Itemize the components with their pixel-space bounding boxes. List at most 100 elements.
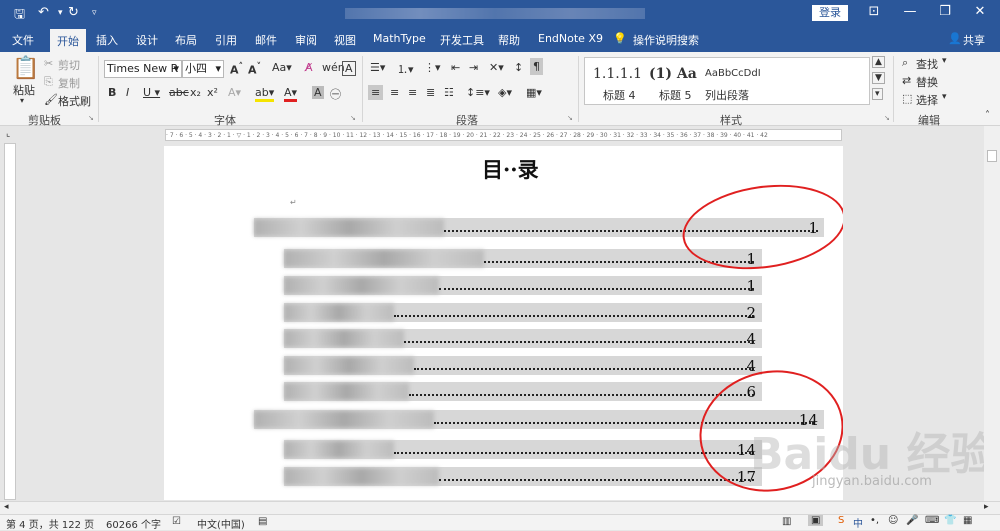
proofing-icon[interactable]: ☑ [172, 516, 181, 527]
toc-entry[interactable]: 4 [284, 356, 762, 375]
toc-entry[interactable]: 1 [284, 276, 762, 295]
numbering-icon[interactable]: ⒈▾ [397, 61, 414, 77]
tab-home[interactable]: 开始 [50, 29, 86, 52]
enclose-characters-icon[interactable]: ㊀ [330, 86, 341, 102]
punctuation-icon[interactable]: •, [870, 515, 879, 526]
document-page[interactable]: 目··录 ↵ 1 1 1 2 4 4 6 14 14 17 [164, 146, 843, 500]
restore-icon[interactable]: ❐ [935, 4, 955, 19]
borders-icon[interactable]: ▦▾ [526, 86, 542, 99]
strikethrough-icon[interactable]: abc [169, 86, 189, 99]
keyboard-icon[interactable]: ⌨ [925, 515, 939, 526]
shading-icon[interactable]: ◈▾ [498, 86, 512, 99]
tab-mailings[interactable]: 邮件 [255, 32, 277, 48]
share-button[interactable]: 共享 [963, 32, 985, 48]
styles-launcher-icon[interactable]: ↘ [884, 114, 890, 122]
emoji-icon[interactable]: ☺ [888, 515, 898, 526]
font-name-combo[interactable]: Times New R ▾ [104, 60, 182, 78]
shrink-font-icon[interactable]: A˅ [248, 61, 261, 77]
chinese-layout-icon[interactable]: ✕▾ [489, 61, 504, 74]
scroll-right-icon[interactable]: ▸ [984, 502, 989, 512]
toc-entry[interactable]: 4 [284, 329, 762, 348]
vertical-scrollbar[interactable] [984, 126, 1000, 501]
tab-help[interactable]: 帮助 [498, 32, 520, 48]
grow-font-icon[interactable]: A˄ [230, 61, 243, 77]
format-painter-icon[interactable]: 🖌 [44, 93, 58, 106]
style-preview-h5[interactable]: (1) AaI [649, 66, 697, 82]
find-icon[interactable]: ⌕ [902, 56, 908, 70]
chevron-down-icon[interactable]: ▾ [942, 56, 947, 66]
replace-icon[interactable]: ⇄ [902, 74, 911, 87]
tab-view[interactable]: 视图 [334, 32, 356, 48]
macro-icon[interactable]: ▤ [258, 516, 267, 527]
read-mode-icon[interactable]: ▥ [782, 516, 791, 527]
copy-icon[interactable]: ⎘ [44, 75, 53, 89]
tell-me-search[interactable]: 操作说明搜索 [633, 32, 699, 48]
sort-icon[interactable]: ↕ [514, 61, 523, 74]
save-icon[interactable]: 🖫 [14, 5, 25, 27]
share-icon[interactable]: 👤 [948, 32, 962, 45]
styles-scroll-up-icon[interactable]: ▲ [872, 56, 885, 68]
style-name-list[interactable]: 列出段落 [705, 87, 749, 103]
style-name-h4[interactable]: 标题 4 [603, 87, 636, 103]
bold-icon[interactable]: B [108, 86, 116, 99]
login-button[interactable]: 登录 [812, 5, 848, 21]
redo-icon[interactable]: ↻ [68, 5, 79, 20]
scroll-left-icon[interactable]: ◂ [4, 502, 9, 512]
styles-more-icon[interactable]: ▾ [872, 88, 883, 100]
styles-scroll-down-icon[interactable]: ▼ [872, 72, 885, 84]
cut-icon[interactable]: ✂ [44, 57, 53, 70]
vertical-ruler[interactable] [4, 143, 16, 500]
style-preview-list[interactable]: AaBbCcDdI [705, 68, 761, 79]
find-button[interactable]: 查找 [916, 56, 938, 72]
character-border-icon[interactable]: A [342, 61, 356, 76]
scroll-thumb[interactable] [987, 150, 997, 162]
tab-selector-icon[interactable]: ⌞ [6, 129, 10, 139]
underline-icon[interactable]: U ▾ [143, 86, 160, 99]
copy-button[interactable]: 复制 [58, 75, 80, 91]
customize-qa-icon[interactable]: ▿ [92, 8, 97, 18]
align-center-icon[interactable]: ≡ [390, 86, 399, 99]
collapse-ribbon-icon[interactable]: ˄ [985, 110, 990, 121]
microphone-icon[interactable]: 🎤 [906, 515, 918, 526]
ime-mode-icon[interactable]: 中 [853, 515, 863, 530]
horizontal-scrollbar[interactable]: ◂ ▸ [0, 501, 1000, 514]
paste-dropdown-icon[interactable]: ▾ [20, 96, 24, 105]
font-size-combo[interactable]: 小四 ▾ [182, 60, 224, 78]
undo-icon[interactable]: ↶ [38, 5, 49, 20]
decrease-indent-icon[interactable]: ⇤ [451, 61, 460, 74]
toc-entry[interactable]: 14 [284, 440, 762, 459]
character-shading-icon[interactable]: A [312, 86, 324, 99]
close-icon[interactable]: ✕ [970, 4, 990, 19]
sogou-ime-icon[interactable]: S [838, 515, 844, 526]
font-color-icon[interactable]: A▾ [284, 86, 298, 102]
highlight-icon[interactable]: ab▾ [255, 86, 275, 102]
chevron-down-icon[interactable]: ▾ [942, 92, 947, 102]
toc-entry[interactable]: 2 [284, 303, 762, 322]
text-effects-icon[interactable]: A▾ [228, 86, 241, 99]
select-button[interactable]: 选择 [916, 92, 938, 108]
horizontal-ruler[interactable]: · 7 · 6 · 5 · 4 · 3 · 2 · 1 · ▽ · 1 · 2 … [165, 129, 842, 141]
ribbon-display-icon[interactable]: ⊡ [864, 4, 884, 19]
superscript-icon[interactable]: x² [207, 86, 218, 99]
increase-indent-icon[interactable]: ⇥ [469, 61, 478, 74]
clear-formatting-icon[interactable]: A̸ [305, 61, 313, 74]
toc-entry[interactable]: 17 [284, 467, 762, 486]
word-count[interactable]: 60266 个字 [106, 516, 161, 531]
format-painter-button[interactable]: 格式刷 [58, 93, 91, 109]
language-indicator[interactable]: 中文(中国) [197, 516, 245, 531]
justify-icon[interactable]: ≣ [426, 86, 435, 99]
multilevel-list-icon[interactable]: ⋮▾ [424, 61, 441, 74]
align-right-icon[interactable]: ≡ [408, 86, 417, 99]
style-name-h5[interactable]: 标题 5 [659, 87, 692, 103]
tab-review[interactable]: 审阅 [295, 32, 317, 48]
paste-icon[interactable]: 📋 [12, 56, 39, 81]
tab-file[interactable]: 文件 [12, 32, 34, 48]
replace-button[interactable]: 替换 [916, 74, 938, 90]
paragraph-launcher-icon[interactable]: ↘ [567, 114, 573, 122]
tab-layout[interactable]: 布局 [175, 32, 197, 48]
tab-references[interactable]: 引用 [215, 32, 237, 48]
tab-developer[interactable]: 开发工具 [440, 32, 484, 48]
page-count[interactable]: 第 4 页，共 122 页 [6, 516, 94, 531]
font-launcher-icon[interactable]: ↘ [350, 114, 356, 122]
style-preview-h4[interactable]: 1.1.1.1 [593, 66, 642, 82]
